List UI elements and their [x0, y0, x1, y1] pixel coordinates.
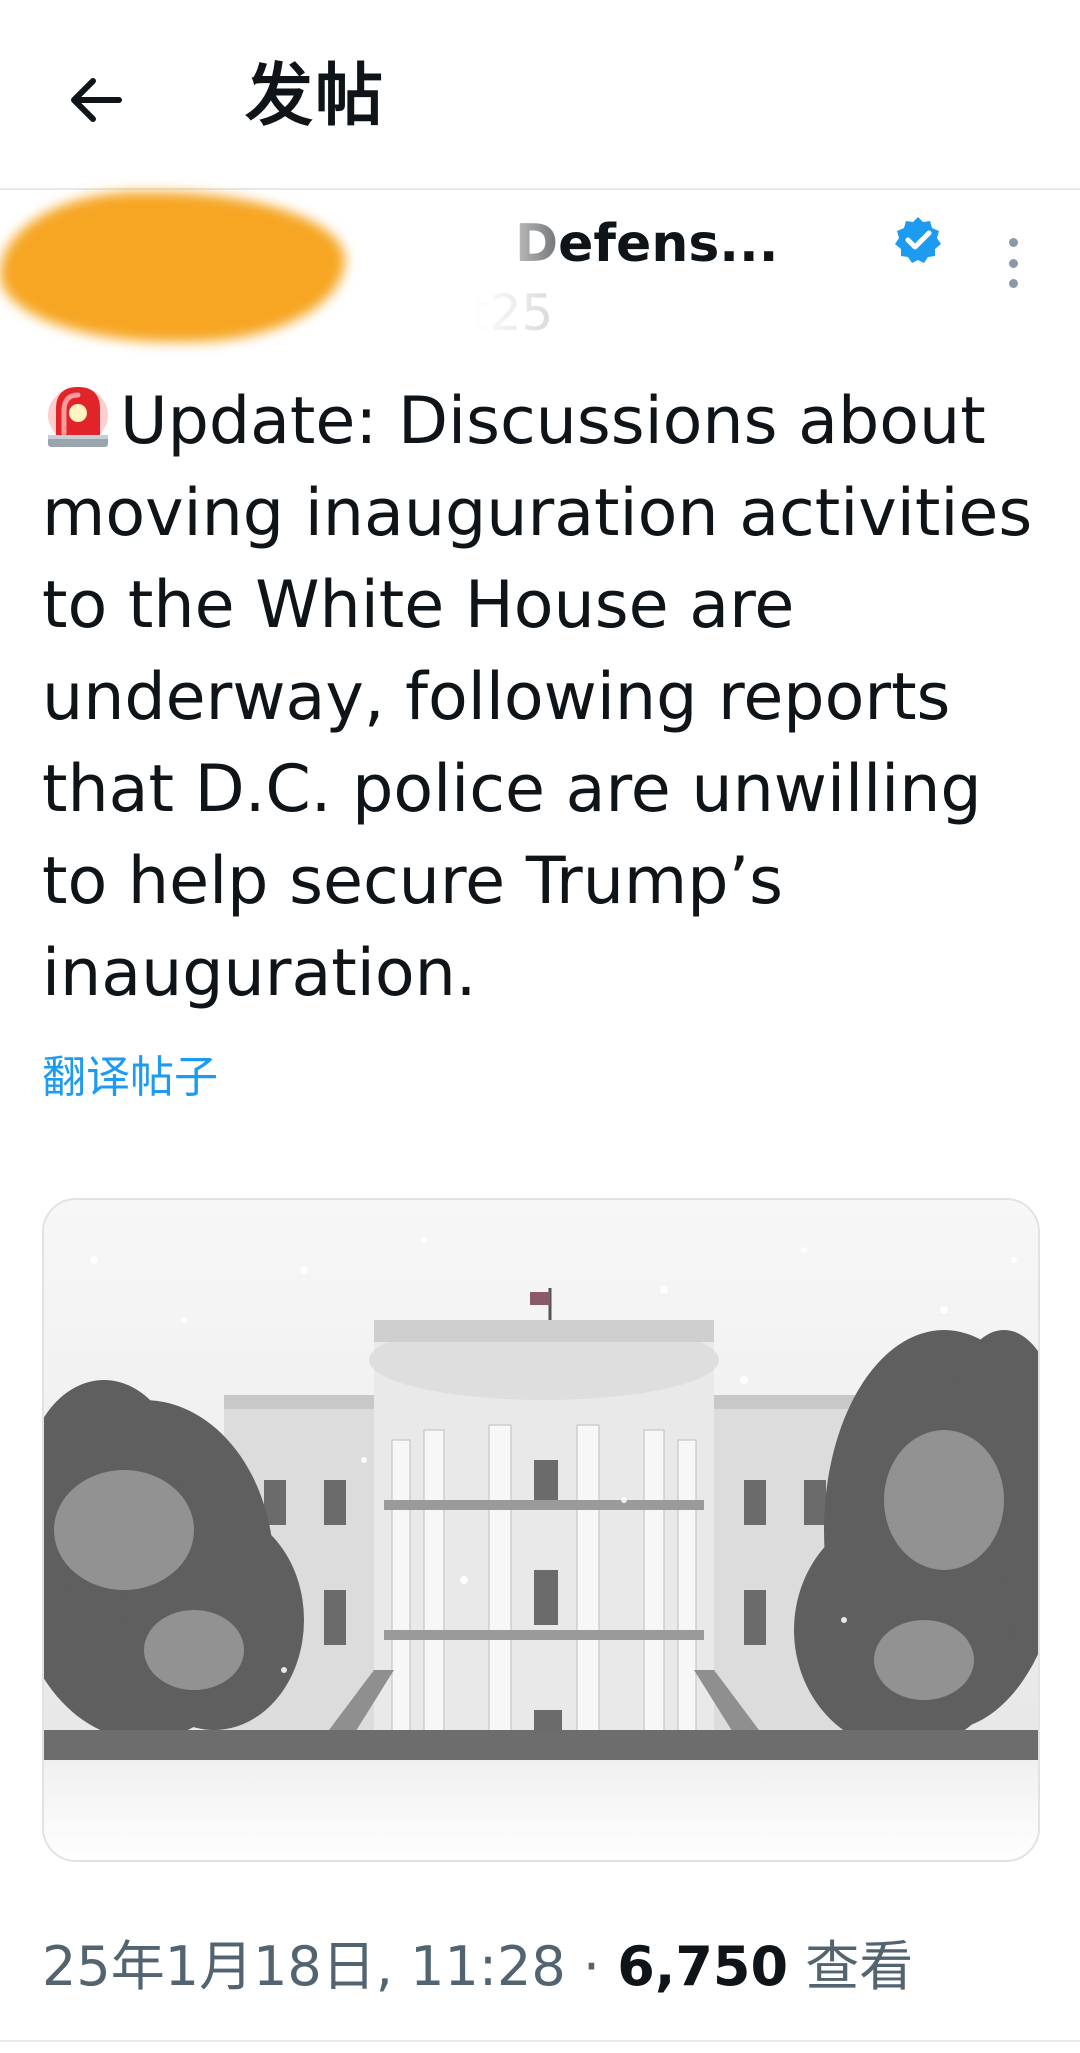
post-image[interactable]	[42, 1198, 1040, 1862]
post-line: inauguration.	[42, 936, 477, 1011]
back-button[interactable]	[55, 60, 135, 140]
views-count: 6,750	[617, 1935, 789, 1998]
translate-post-link[interactable]: 翻译帖子	[42, 1048, 218, 1108]
divider	[0, 2040, 1080, 2042]
post-line: underway, following reports	[42, 660, 951, 735]
redacted-avatar[interactable]	[0, 192, 345, 342]
page-title: 发帖	[245, 57, 386, 136]
post-text: Update: Discussions about moving inaugur…	[42, 375, 1052, 1020]
siren-icon	[48, 387, 108, 447]
white-house-snow-image	[44, 1200, 1038, 1860]
views-label: 查看	[805, 1935, 914, 1998]
verified-badge-icon	[895, 217, 941, 263]
arrow-left-icon	[71, 78, 122, 122]
post-meta: 25年1月18日, 11:28 · 6,750 查看	[42, 1930, 913, 2004]
post-line: that D.C. police are unwilling	[42, 752, 982, 827]
post-line: moving inauguration activities	[42, 476, 1033, 551]
post-line: to help secure Trump’s	[42, 844, 783, 919]
post-detail-page: 发帖 Defens... t25 Update: Discussions abo…	[0, 0, 1080, 2053]
more-options-icon[interactable]	[1000, 238, 1026, 288]
post-line: Update: Discussions about	[42, 375, 1052, 468]
meta-separator: ·	[582, 1935, 601, 1998]
post-line: to the White House are	[42, 568, 795, 643]
top-bar: 发帖	[0, 0, 1080, 190]
post-timestamp[interactable]: 25年1月18日, 11:28	[42, 1935, 566, 1998]
name-redaction	[430, 207, 560, 347]
